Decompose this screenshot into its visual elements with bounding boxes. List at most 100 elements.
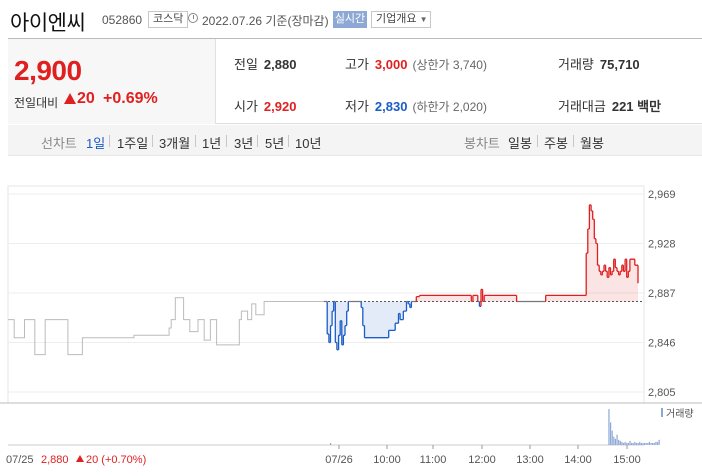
volume-bar <box>616 434 618 445</box>
volume-bar <box>650 442 652 445</box>
high-label: 고가 <box>345 57 369 72</box>
trade-amount: 거래대금 221 백만 <box>558 96 661 115</box>
high-value: 3,000 <box>374 57 408 72</box>
volume-bar <box>640 442 642 445</box>
volume: 거래량 75,710 <box>558 54 640 73</box>
volume-bar <box>656 441 659 445</box>
footer-price: 2,880 <box>41 454 69 466</box>
volume-bar <box>619 440 621 445</box>
upper-limit: (상한가 3,740) <box>412 58 487 72</box>
prev-close: 전일 2,880 <box>234 54 296 73</box>
y-tick-label: 2,887 <box>648 288 676 300</box>
open-label: 시가 <box>234 99 258 114</box>
price-chart[interactable]: 2,969 2,928 2,887 2,846 2,805 거래량 07/26 10:00… <box>0 156 702 476</box>
company-overview-label: 기업개요 <box>376 13 417 25</box>
x-tick-label: 07/26 <box>325 454 353 466</box>
divider <box>226 135 227 147</box>
volume-bar <box>643 442 646 445</box>
divider <box>537 135 538 147</box>
tab-monthly-candle[interactable]: 월봉 <box>580 133 604 152</box>
tab-1year[interactable]: 1년 <box>202 133 221 152</box>
divider <box>109 135 110 147</box>
low-label: 저가 <box>345 99 369 114</box>
divider <box>573 135 574 147</box>
quote-panel: 2,900 전일대비 20 +0.69% 전일 2,880 시가 2,920 고가 3… <box>8 38 702 124</box>
tab-10year[interactable]: 10년 <box>295 133 321 152</box>
company-overview-dropdown[interactable]: 기업개요 ▼ <box>371 11 432 28</box>
volume-bar <box>618 439 620 445</box>
current-price: 2,900 <box>14 55 82 86</box>
volume-label: 거래량 <box>558 57 594 72</box>
volume-bar <box>609 422 612 445</box>
y-tick-label: 2,846 <box>648 338 676 350</box>
footer-date: 07/25 <box>6 454 34 466</box>
volume-legend-label: 거래량 <box>666 408 694 420</box>
stock-header: 아이엔씨 052860 코스닥 2022.07.26 기준(장마감) 실시간 기… <box>0 0 702 38</box>
tab-weekly-candle[interactable]: 주봉 <box>544 133 568 152</box>
volume-bar <box>608 409 610 445</box>
line-chart-title: 선차트 <box>41 136 77 151</box>
volume-value: 75,710 <box>599 57 640 72</box>
high-price: 고가 3,000 (상한가 3,740) <box>345 54 487 73</box>
tab-3month[interactable]: 3개월 <box>159 133 190 152</box>
volume-bar <box>631 442 633 445</box>
realtime-button[interactable]: 실시간 <box>333 11 367 28</box>
tab-5year[interactable]: 5년 <box>265 133 284 152</box>
volume-bar <box>622 442 625 445</box>
volume-bar <box>629 440 631 445</box>
volume-bar <box>614 438 617 445</box>
volume-bar <box>645 442 647 445</box>
x-tick-label: 14:00 <box>564 454 592 466</box>
clock-icon <box>188 13 198 23</box>
tab-1week[interactable]: 1주일 <box>117 133 148 152</box>
price-chart-svg: 2,969 2,928 2,887 2,846 2,805 거래량 07/26 10:00… <box>0 185 702 466</box>
volume-bar <box>329 442 332 445</box>
y-tick-label: 2,805 <box>648 387 676 399</box>
volume-bar <box>652 442 654 445</box>
prev-close-label: 전일 <box>234 57 258 72</box>
divider <box>257 135 258 147</box>
tab-daily-candle[interactable]: 일봉 <box>508 133 532 152</box>
volume-bar <box>642 442 644 445</box>
volume-bar <box>637 442 639 445</box>
y-tick-label: 2,928 <box>648 239 676 251</box>
divider <box>195 135 196 147</box>
volume-bar <box>632 442 634 445</box>
tab-1day[interactable]: 1일 <box>86 133 105 152</box>
volume-legend-icon <box>661 408 663 417</box>
tab-3year[interactable]: 3년 <box>234 133 253 152</box>
divider <box>288 135 289 147</box>
x-tick-label: 11:00 <box>420 454 447 466</box>
volume-bar <box>621 441 623 445</box>
x-tick-label: 13:00 <box>516 454 544 466</box>
open-value: 2,920 <box>263 99 297 114</box>
price-summary: 2,900 전일대비 20 +0.69% <box>8 39 216 124</box>
footer-change: 20 (+0.70%) <box>86 454 146 466</box>
trade-amount-value: 221 백만 <box>611 99 662 114</box>
stock-name: 아이엔씨 <box>10 12 86 35</box>
volume-bar <box>653 442 655 445</box>
volume-bar <box>648 441 651 445</box>
up-triangle-icon <box>64 93 76 104</box>
stock-code: 052860 <box>102 13 143 27</box>
y-tick-label: 2,969 <box>648 189 676 201</box>
change-label: 전일대비 <box>14 96 59 110</box>
volume-bar <box>639 441 641 445</box>
plot-area <box>7 185 645 404</box>
low-price: 저가 2,830 (하한가 2,020) <box>345 96 487 115</box>
volume-bar <box>647 442 649 445</box>
volume-bar <box>635 442 638 445</box>
x-tick-label: 10:00 <box>373 454 401 466</box>
low-value: 2,830 <box>374 99 408 114</box>
trade-amount-label: 거래대금 <box>558 99 606 114</box>
period-bar: 선차트 1일 1주일 3개월 1년 3년 5년 10년 봉차트 일봉 주봉 월봉 <box>8 125 702 156</box>
market-badge: 코스닥 <box>148 11 189 28</box>
divider <box>152 135 153 147</box>
x-tick-label: 15:00 <box>613 454 641 466</box>
volume-bar <box>624 441 626 445</box>
volume-bar <box>626 442 628 445</box>
candle-chart-title: 봉차트 <box>464 136 500 151</box>
volume-bar <box>655 441 657 445</box>
volume-bar <box>658 439 660 445</box>
volume-bar <box>634 441 636 445</box>
